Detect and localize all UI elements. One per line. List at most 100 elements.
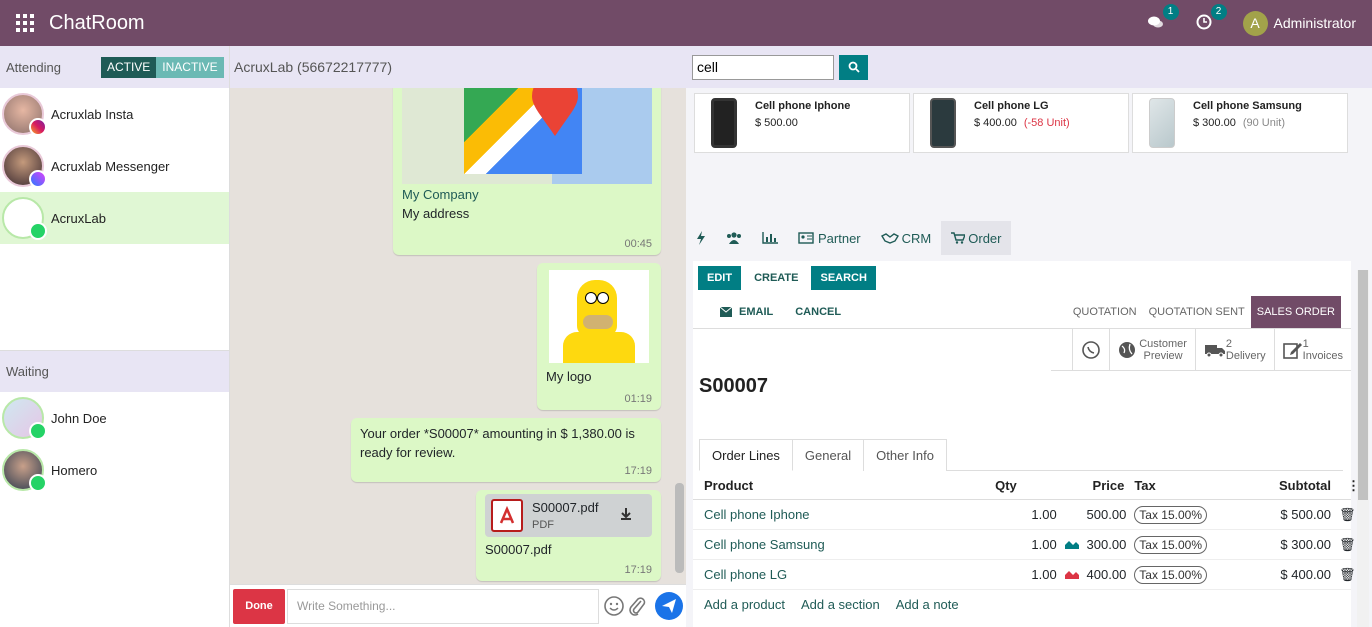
- tab-order-lines[interactable]: Order Lines: [699, 439, 793, 471]
- delivery-button[interactable]: 2 Delivery: [1194, 329, 1274, 371]
- emoji-icon[interactable]: [603, 595, 625, 617]
- download-icon[interactable]: [619, 507, 633, 521]
- stage-sales-order[interactable]: SALES ORDER: [1250, 296, 1341, 328]
- messaging-menu-button[interactable]: 1: [1147, 4, 1179, 33]
- product-card[interactable]: Cell phone LG $ 400.00 (-58 Unit): [913, 93, 1129, 153]
- trash-icon[interactable]: 🗑: [1331, 507, 1356, 523]
- table-row[interactable]: Cell phone Iphone 1.00 500.00 Tax 15.00%…: [693, 500, 1356, 530]
- stage-quotation-sent[interactable]: QUOTATION SENT: [1143, 296, 1251, 328]
- line-price[interactable]: 300.00: [1083, 537, 1127, 552]
- map-image[interactable]: [402, 88, 652, 184]
- file-type: PDF: [532, 519, 554, 531]
- edit-button[interactable]: EDIT: [698, 266, 742, 290]
- conversation-item[interactable]: Acruxlab Messenger: [0, 140, 229, 192]
- tab-partner[interactable]: Partner: [788, 221, 871, 255]
- cancel-button[interactable]: CANCEL: [786, 300, 850, 324]
- line-product[interactable]: Cell phone LG: [693, 567, 985, 582]
- table-row[interactable]: Cell phone LG 1.00 400.00 Tax 15.00% $ 4…: [693, 560, 1356, 590]
- column-product[interactable]: Product: [693, 478, 985, 493]
- column-tax[interactable]: Tax: [1126, 478, 1241, 493]
- line-subtotal: $ 400.00: [1280, 567, 1332, 582]
- apps-menu-icon[interactable]: [16, 14, 34, 32]
- inactive-toggle-button[interactable]: INACTIVE: [156, 56, 224, 78]
- globe-icon: [1119, 342, 1136, 358]
- search-icon: [848, 61, 860, 73]
- attending-label: Attending: [6, 59, 61, 75]
- paperclip-icon[interactable]: [627, 595, 647, 617]
- message-bubble: My logo 01:19: [537, 263, 661, 410]
- activity-menu-button[interactable]: 2: [1195, 4, 1227, 33]
- table-row[interactable]: Cell phone Samsung 1.00 300.00 Tax 15.00…: [693, 530, 1356, 560]
- line-price[interactable]: 500.00: [1083, 507, 1127, 522]
- line-price[interactable]: 400.00: [1083, 567, 1127, 582]
- column-subtotal[interactable]: Subtotal: [1242, 478, 1331, 493]
- search-button[interactable]: SEARCH: [811, 266, 876, 290]
- tab-stats[interactable]: [752, 221, 788, 255]
- edit-document-icon: [1282, 343, 1302, 359]
- message-list[interactable]: My Company My address 00:45 My logo 01:1…: [230, 88, 686, 584]
- trash-icon[interactable]: 🗑: [1331, 567, 1356, 583]
- product-search-bar: cell: [686, 46, 1372, 88]
- location-address: My address: [402, 206, 470, 221]
- add-note-link[interactable]: Add a note: [896, 597, 959, 612]
- column-qty[interactable]: Qty: [985, 478, 1057, 493]
- line-product[interactable]: Cell phone Samsung: [693, 537, 985, 552]
- search-button[interactable]: [839, 54, 868, 80]
- homer-image[interactable]: [549, 270, 649, 363]
- whatsapp-button[interactable]: [1072, 329, 1109, 371]
- line-product[interactable]: Cell phone Iphone: [693, 507, 985, 522]
- tab-general[interactable]: General: [792, 439, 865, 471]
- tab-order[interactable]: Order: [941, 221, 1012, 255]
- tab-contacts[interactable]: [716, 221, 752, 255]
- conversation-list-panel: Attending ACTIVE INACTIVE Acruxlab Insta…: [0, 46, 230, 627]
- app-title[interactable]: ChatRoom: [49, 12, 145, 35]
- status-toggle[interactable]: ACTIVE INACTIVE: [100, 56, 224, 78]
- column-price[interactable]: Price: [1091, 478, 1127, 493]
- avatar: [2, 145, 47, 188]
- handshake-icon: [880, 233, 899, 244]
- user-avatar[interactable]: A: [1242, 10, 1268, 36]
- forecast-area-chart-icon[interactable]: [1064, 569, 1079, 579]
- pdf-file-icon: [491, 499, 523, 532]
- add-product-link[interactable]: Add a product: [704, 597, 785, 612]
- trash-icon[interactable]: 🗑: [1331, 537, 1356, 553]
- whatsapp-icon: [29, 422, 47, 440]
- stage-quotation[interactable]: QUOTATION: [1067, 296, 1143, 328]
- message-time: 17:19: [624, 465, 652, 477]
- conversation-item-selected[interactable]: AcruxLab: [0, 192, 229, 244]
- active-toggle-button[interactable]: ACTIVE: [100, 56, 157, 78]
- tab-crm[interactable]: CRM: [871, 221, 942, 255]
- line-qty[interactable]: 1.00: [985, 537, 1056, 552]
- tax-badge: Tax 15.00%: [1134, 506, 1208, 524]
- tab-order-label: Order: [968, 230, 1002, 246]
- product-search-input[interactable]: cell: [692, 54, 834, 80]
- file-attachment[interactable]: S00007.pdf PDF: [485, 494, 652, 537]
- done-button[interactable]: Done: [233, 588, 285, 624]
- conversation-item[interactable]: Homero: [0, 444, 229, 496]
- message-input[interactable]: Write Something...: [287, 588, 599, 624]
- chat-scrollbar[interactable]: [675, 483, 684, 573]
- invoices-button[interactable]: 1 Invoices: [1273, 329, 1351, 371]
- line-qty[interactable]: 1.00: [985, 567, 1056, 582]
- product-stock: (90 Unit): [1242, 117, 1286, 129]
- create-button[interactable]: CREATE: [745, 266, 807, 290]
- conversation-name: John Doe: [51, 410, 107, 426]
- email-button[interactable]: EMAIL: [711, 300, 782, 324]
- column-options-icon[interactable]: ⋮: [1331, 478, 1360, 494]
- tab-other-info[interactable]: Other Info: [864, 439, 947, 471]
- conversation-item[interactable]: Acruxlab Insta: [0, 88, 229, 140]
- location-link[interactable]: My Company: [402, 187, 479, 202]
- product-card[interactable]: Cell phone Samsung $ 300.00 (90 Unit): [1132, 93, 1348, 153]
- avatar: [2, 93, 47, 136]
- send-button[interactable]: [655, 592, 683, 620]
- forecast-area-chart-icon[interactable]: [1064, 539, 1079, 549]
- product-card[interactable]: Cell phone Iphone $ 500.00: [694, 93, 910, 153]
- conversation-item[interactable]: John Doe: [0, 392, 229, 444]
- line-qty[interactable]: 1.00: [985, 507, 1056, 522]
- user-name[interactable]: Administrator: [1274, 15, 1356, 31]
- form-scrollbar[interactable]: [1357, 270, 1369, 627]
- order-form: EDIT CREATE SEARCH EMAIL CANCEL QUOTATIO…: [693, 261, 1360, 627]
- customer-preview-button[interactable]: Customer Preview: [1109, 329, 1195, 371]
- add-section-link[interactable]: Add a section: [801, 597, 880, 612]
- tab-actions[interactable]: [686, 221, 716, 255]
